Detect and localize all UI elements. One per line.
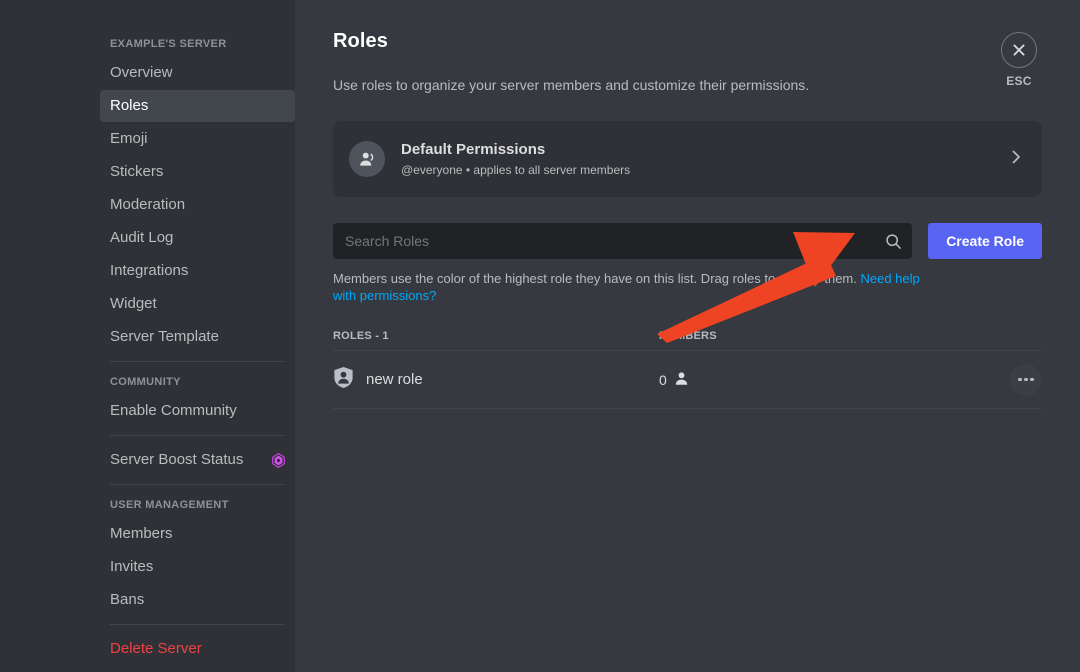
sidebar-item-label: Server Template	[110, 328, 219, 345]
sidebar-item-delete-server[interactable]: Delete Server	[100, 633, 295, 665]
sidebar-item-widget[interactable]: Widget	[100, 288, 295, 320]
dot	[1024, 377, 1028, 382]
roles-search-row: Create Role	[333, 223, 1042, 259]
sidebar-item-enable-community[interactable]: Enable Community	[100, 395, 295, 427]
role-member-count: 0	[659, 371, 667, 388]
page-subtitle: Use roles to organize your server member…	[333, 77, 810, 93]
default-permissions-title: Default Permissions	[401, 141, 546, 158]
sidebar-item-moderation[interactable]: Moderation	[100, 189, 295, 221]
sidebar-item-emoji[interactable]: Emoji	[100, 123, 295, 155]
sidebar-item-label: Widget	[110, 295, 157, 312]
sidebar-item-members[interactable]: Members	[100, 518, 295, 550]
create-role-button[interactable]: Create Role	[928, 223, 1042, 259]
sidebar-item-label: Roles	[110, 97, 149, 114]
roles-settings-panel: Roles Use roles to organize your server …	[295, 0, 1080, 672]
sidebar-item-label: Delete Server	[110, 640, 202, 657]
chevron-right-icon	[1008, 149, 1024, 170]
sidebar-item-label: Enable Community	[110, 402, 237, 419]
default-permissions-text: Default Permissions @everyone • applies …	[401, 140, 1008, 178]
dot	[1018, 377, 1022, 382]
person-icon	[674, 371, 689, 389]
settings-sidebar: EXAMPLE'S SERVER Overview Roles Emoji St…	[100, 0, 295, 672]
sidebar-item-stickers[interactable]: Stickers	[100, 156, 295, 188]
more-options-icon[interactable]	[1010, 363, 1042, 396]
default-permissions-card[interactable]: Default Permissions @everyone • applies …	[333, 121, 1042, 197]
roles-hint-body: Members use the color of the highest rol…	[333, 271, 861, 286]
discord-server-settings-window: EXAMPLE'S SERVER Overview Roles Emoji St…	[0, 0, 1080, 672]
sidebar-community-header: COMMUNITY	[110, 376, 181, 388]
close-icon[interactable]	[1001, 32, 1037, 68]
sidebar-item-invites[interactable]: Invites	[100, 551, 295, 583]
sidebar-server-header: EXAMPLE'S SERVER	[110, 38, 227, 50]
table-row[interactable]: new role 0	[333, 351, 1042, 409]
sidebar-divider	[110, 484, 285, 485]
people-icon	[349, 141, 385, 177]
sidebar-item-label: Members	[110, 525, 173, 542]
sidebar-item-label: Audit Log	[110, 229, 174, 246]
column-header-roles: ROLES - 1	[333, 330, 389, 342]
dot	[1030, 377, 1034, 382]
sidebar-item-label: Server Boost Status	[110, 451, 244, 468]
default-permissions-description: @everyone • applies to all server member…	[401, 163, 631, 177]
sidebar-divider	[110, 435, 285, 436]
esc-label: ESC	[1006, 74, 1032, 88]
sidebar-item-audit-log[interactable]: Audit Log	[100, 222, 295, 254]
sidebar-item-bans[interactable]: Bans	[100, 584, 295, 616]
page-title: Roles	[333, 30, 388, 52]
sidebar-divider	[110, 361, 285, 362]
role-members-cell: 0	[659, 371, 1010, 389]
sidebar-user-management-header: USER MANAGEMENT	[110, 499, 229, 511]
sidebar-left-gutter	[0, 0, 100, 672]
search-roles-box[interactable]	[333, 223, 913, 259]
close-settings-button[interactable]: ESC	[998, 32, 1040, 88]
column-header-members: MEMBERS	[659, 330, 717, 342]
sidebar-item-overview[interactable]: Overview	[100, 57, 295, 89]
shield-person-icon	[333, 366, 354, 394]
roles-table-header: ROLES - 1 MEMBERS	[333, 330, 1042, 351]
role-actions-cell	[1010, 363, 1042, 396]
boost-gem-icon	[272, 452, 285, 468]
roles-hint-text: Members use the color of the highest rol…	[333, 270, 923, 304]
sidebar-item-server-boost-status[interactable]: Server Boost Status	[100, 444, 295, 476]
sidebar-item-label: Overview	[110, 64, 173, 81]
search-input[interactable]	[345, 233, 886, 249]
role-name-cell: new role	[333, 366, 659, 394]
sidebar-item-roles[interactable]: Roles	[100, 90, 295, 122]
sidebar-item-server-template[interactable]: Server Template	[100, 321, 295, 353]
sidebar-item-label: Stickers	[110, 163, 164, 180]
sidebar-item-label: Bans	[110, 591, 145, 608]
role-name: new role	[366, 371, 423, 388]
sidebar-item-label: Emoji	[110, 130, 148, 147]
sidebar-item-label: Moderation	[110, 196, 186, 213]
sidebar-item-label: Invites	[110, 558, 154, 575]
search-icon[interactable]	[885, 233, 902, 250]
sidebar-item-label: Integrations	[110, 262, 189, 279]
sidebar-divider	[110, 624, 285, 625]
sidebar-item-integrations[interactable]: Integrations	[100, 255, 295, 287]
